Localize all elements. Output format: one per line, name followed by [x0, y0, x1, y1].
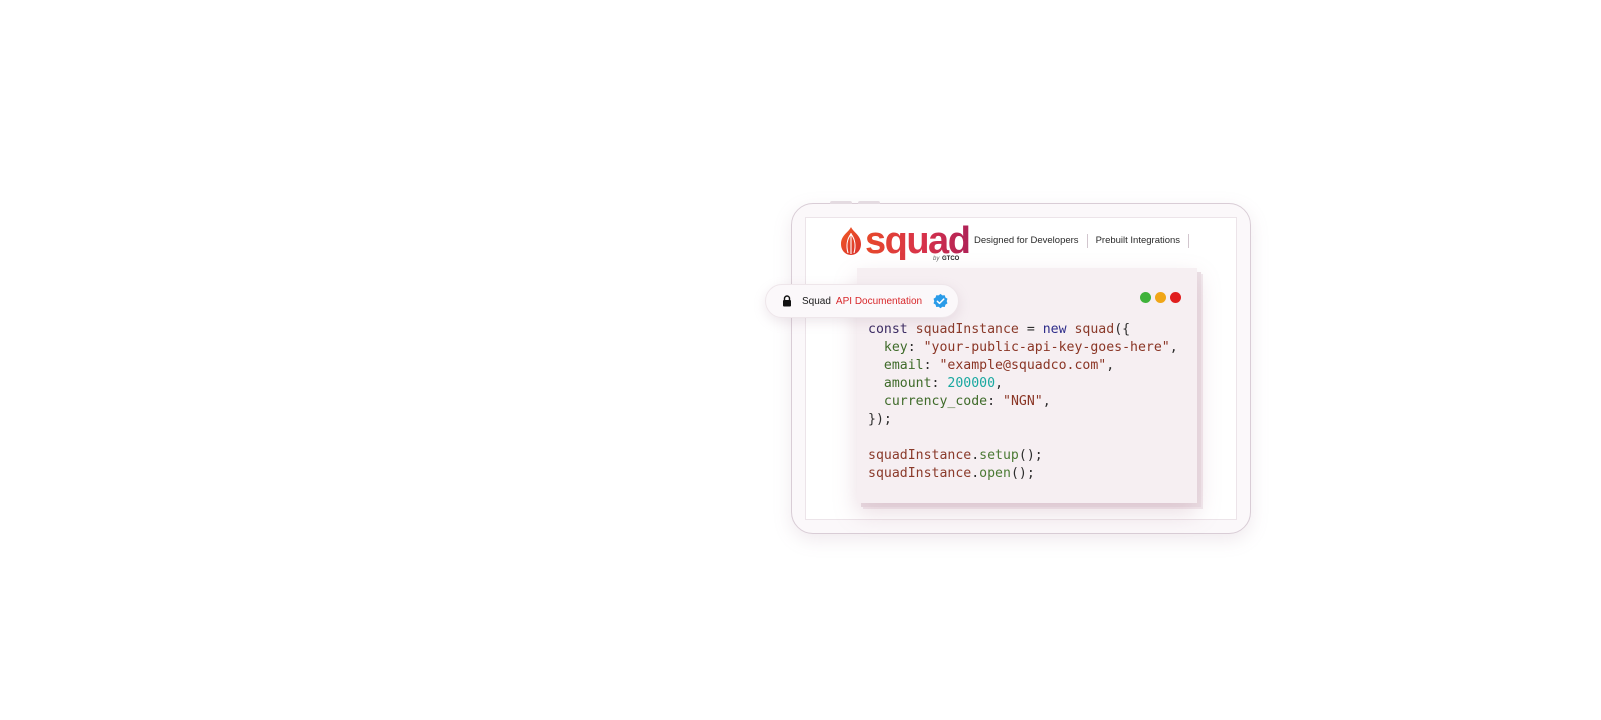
tablet-volume-button [830, 201, 852, 204]
code-punctuation: : [931, 376, 948, 391]
code-identifier: squadInstance [915, 322, 1019, 337]
code-line: }); [868, 411, 1178, 429]
code-punctuation: . [971, 448, 980, 463]
code-property: key [883, 340, 908, 355]
code-line: amount: 200000, [868, 375, 1178, 393]
code-identifier: squadInstance [868, 466, 972, 481]
code-line: currency_code: "NGN", [868, 393, 1178, 411]
window-controls [1136, 292, 1181, 303]
code-punctuation: ({ [1114, 322, 1131, 337]
top-nav: Designed for Developers Prebuilt Integra… [972, 234, 1190, 248]
maximize-dot-icon[interactable] [1140, 292, 1151, 303]
lock-icon [782, 295, 792, 307]
minimize-dot-icon[interactable] [1155, 292, 1166, 303]
code-keyword: const [868, 322, 908, 337]
verified-icon [932, 293, 949, 310]
code-punctuation: , [1169, 340, 1178, 355]
code-keyword: new [1042, 322, 1067, 337]
code-method: setup [979, 448, 1019, 463]
code-line: squadInstance.setup(); [868, 447, 1178, 465]
code-operator: = [1018, 322, 1043, 337]
badge-brand: Squad [802, 295, 831, 307]
code-property: email [883, 358, 924, 373]
code-line: key: "your-public-api-key-goes-here", [868, 339, 1178, 357]
code-punctuation: : [923, 358, 940, 373]
code-number: 200000 [947, 376, 996, 391]
code-line: const squadInstance = new squad({ [868, 321, 1178, 339]
code-string: "example@squadco.com" [939, 358, 1107, 373]
logo-sub-by: by [933, 256, 940, 262]
code-punctuation: (); [1018, 448, 1043, 463]
api-docs-badge[interactable]: Squad API Documentation [765, 284, 959, 318]
code-identifier: squad [1074, 322, 1115, 337]
code-punctuation: , [1106, 358, 1115, 373]
code-method: open [979, 466, 1011, 481]
code-line: squadInstance.open(); [868, 465, 1178, 483]
logo-sub-company: GTCO [942, 256, 960, 262]
code-punctuation: , [1042, 394, 1051, 409]
squad-logo[interactable]: squad by GTCO [839, 220, 971, 262]
code-punctuation: , [995, 376, 1004, 391]
logo-subtitle: by GTCO [933, 256, 959, 262]
nav-link-designed-for-developers[interactable]: Designed for Developers [972, 234, 1087, 248]
code-property: amount [883, 376, 932, 391]
code-punctuation: (); [1010, 466, 1035, 481]
code-punctuation: }); [868, 412, 892, 427]
code-string: "NGN" [1003, 394, 1043, 409]
badge-label: API Documentation [835, 295, 923, 307]
code-line: email: "example@squadco.com", [868, 357, 1178, 375]
code-punctuation: : [987, 394, 1003, 409]
code-string: "your-public-api-key-goes-here" [923, 340, 1170, 355]
code-property: currency_code [883, 394, 988, 409]
code-identifier: squadInstance [868, 448, 972, 463]
close-dot-icon[interactable] [1170, 292, 1181, 303]
code-snippet: const squadInstance = new squad({ key: "… [868, 321, 1178, 483]
tablet-power-button [858, 201, 880, 204]
logo-wordmark: squad [865, 220, 971, 262]
code-punctuation: . [971, 466, 980, 481]
code-punctuation: : [907, 340, 924, 355]
nav-link-prebuilt-integrations[interactable]: Prebuilt Integrations [1086, 234, 1190, 248]
squad-flame-icon [841, 227, 861, 255]
